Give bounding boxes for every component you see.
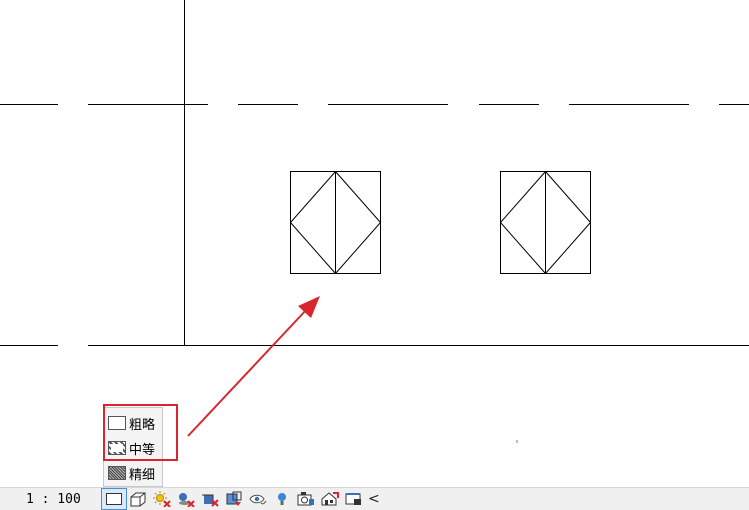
- sun-path-icon: [153, 491, 171, 507]
- detail-level-button[interactable]: [101, 488, 127, 510]
- door-symbol-2[interactable]: [499, 171, 592, 274]
- annotation-arrow: [187, 296, 320, 437]
- temporary-hide-button[interactable]: [246, 489, 270, 509]
- detail-level-icon: [106, 493, 122, 505]
- temporary-view-properties-button[interactable]: [294, 489, 318, 509]
- visual-style-button[interactable]: [126, 489, 150, 509]
- view-scale[interactable]: 1 : 100: [0, 492, 102, 507]
- shadows-icon: [179, 493, 195, 507]
- menu-item-coarse-label: 粗略: [129, 417, 156, 433]
- reveal-hidden-icon: [278, 493, 286, 505]
- view-control-bar: 1 : 100 <: [0, 487, 749, 510]
- sun-path-button[interactable]: [150, 489, 174, 509]
- detail-coarse-icon: [108, 416, 126, 430]
- collapse-toolbar-icon[interactable]: <: [368, 491, 380, 507]
- detail-medium-icon: [108, 441, 126, 455]
- show-crop-region-icon: [226, 491, 242, 506]
- crop-view-button[interactable]: [198, 489, 222, 509]
- detail-fine-icon: [108, 466, 126, 480]
- show-crop-region-button[interactable]: [222, 489, 246, 509]
- door-symbol-1[interactable]: [289, 171, 382, 274]
- menu-item-coarse[interactable]: 粗略: [108, 412, 155, 434]
- render-icon: [321, 492, 339, 506]
- menu-item-fine[interactable]: 精细: [108, 462, 155, 484]
- visual-style-icon: [130, 492, 146, 507]
- render-button[interactable]: [318, 489, 342, 509]
- temporary-view-properties-icon: [297, 492, 314, 506]
- temporary-hide-icon: [249, 494, 267, 505]
- menu-item-fine-label: 精细: [129, 467, 156, 483]
- shadows-button[interactable]: [174, 489, 198, 509]
- detail-level-menu: 粗略 中等 精细: [103, 407, 163, 487]
- crop-view-icon: [202, 494, 219, 507]
- lock-3d-view-button[interactable]: [342, 489, 366, 509]
- menu-item-medium-label: 中等: [129, 442, 156, 458]
- reveal-hidden-button[interactable]: [270, 489, 294, 509]
- lock-3d-view-icon: [345, 493, 361, 505]
- menu-item-medium[interactable]: 中等: [108, 437, 155, 459]
